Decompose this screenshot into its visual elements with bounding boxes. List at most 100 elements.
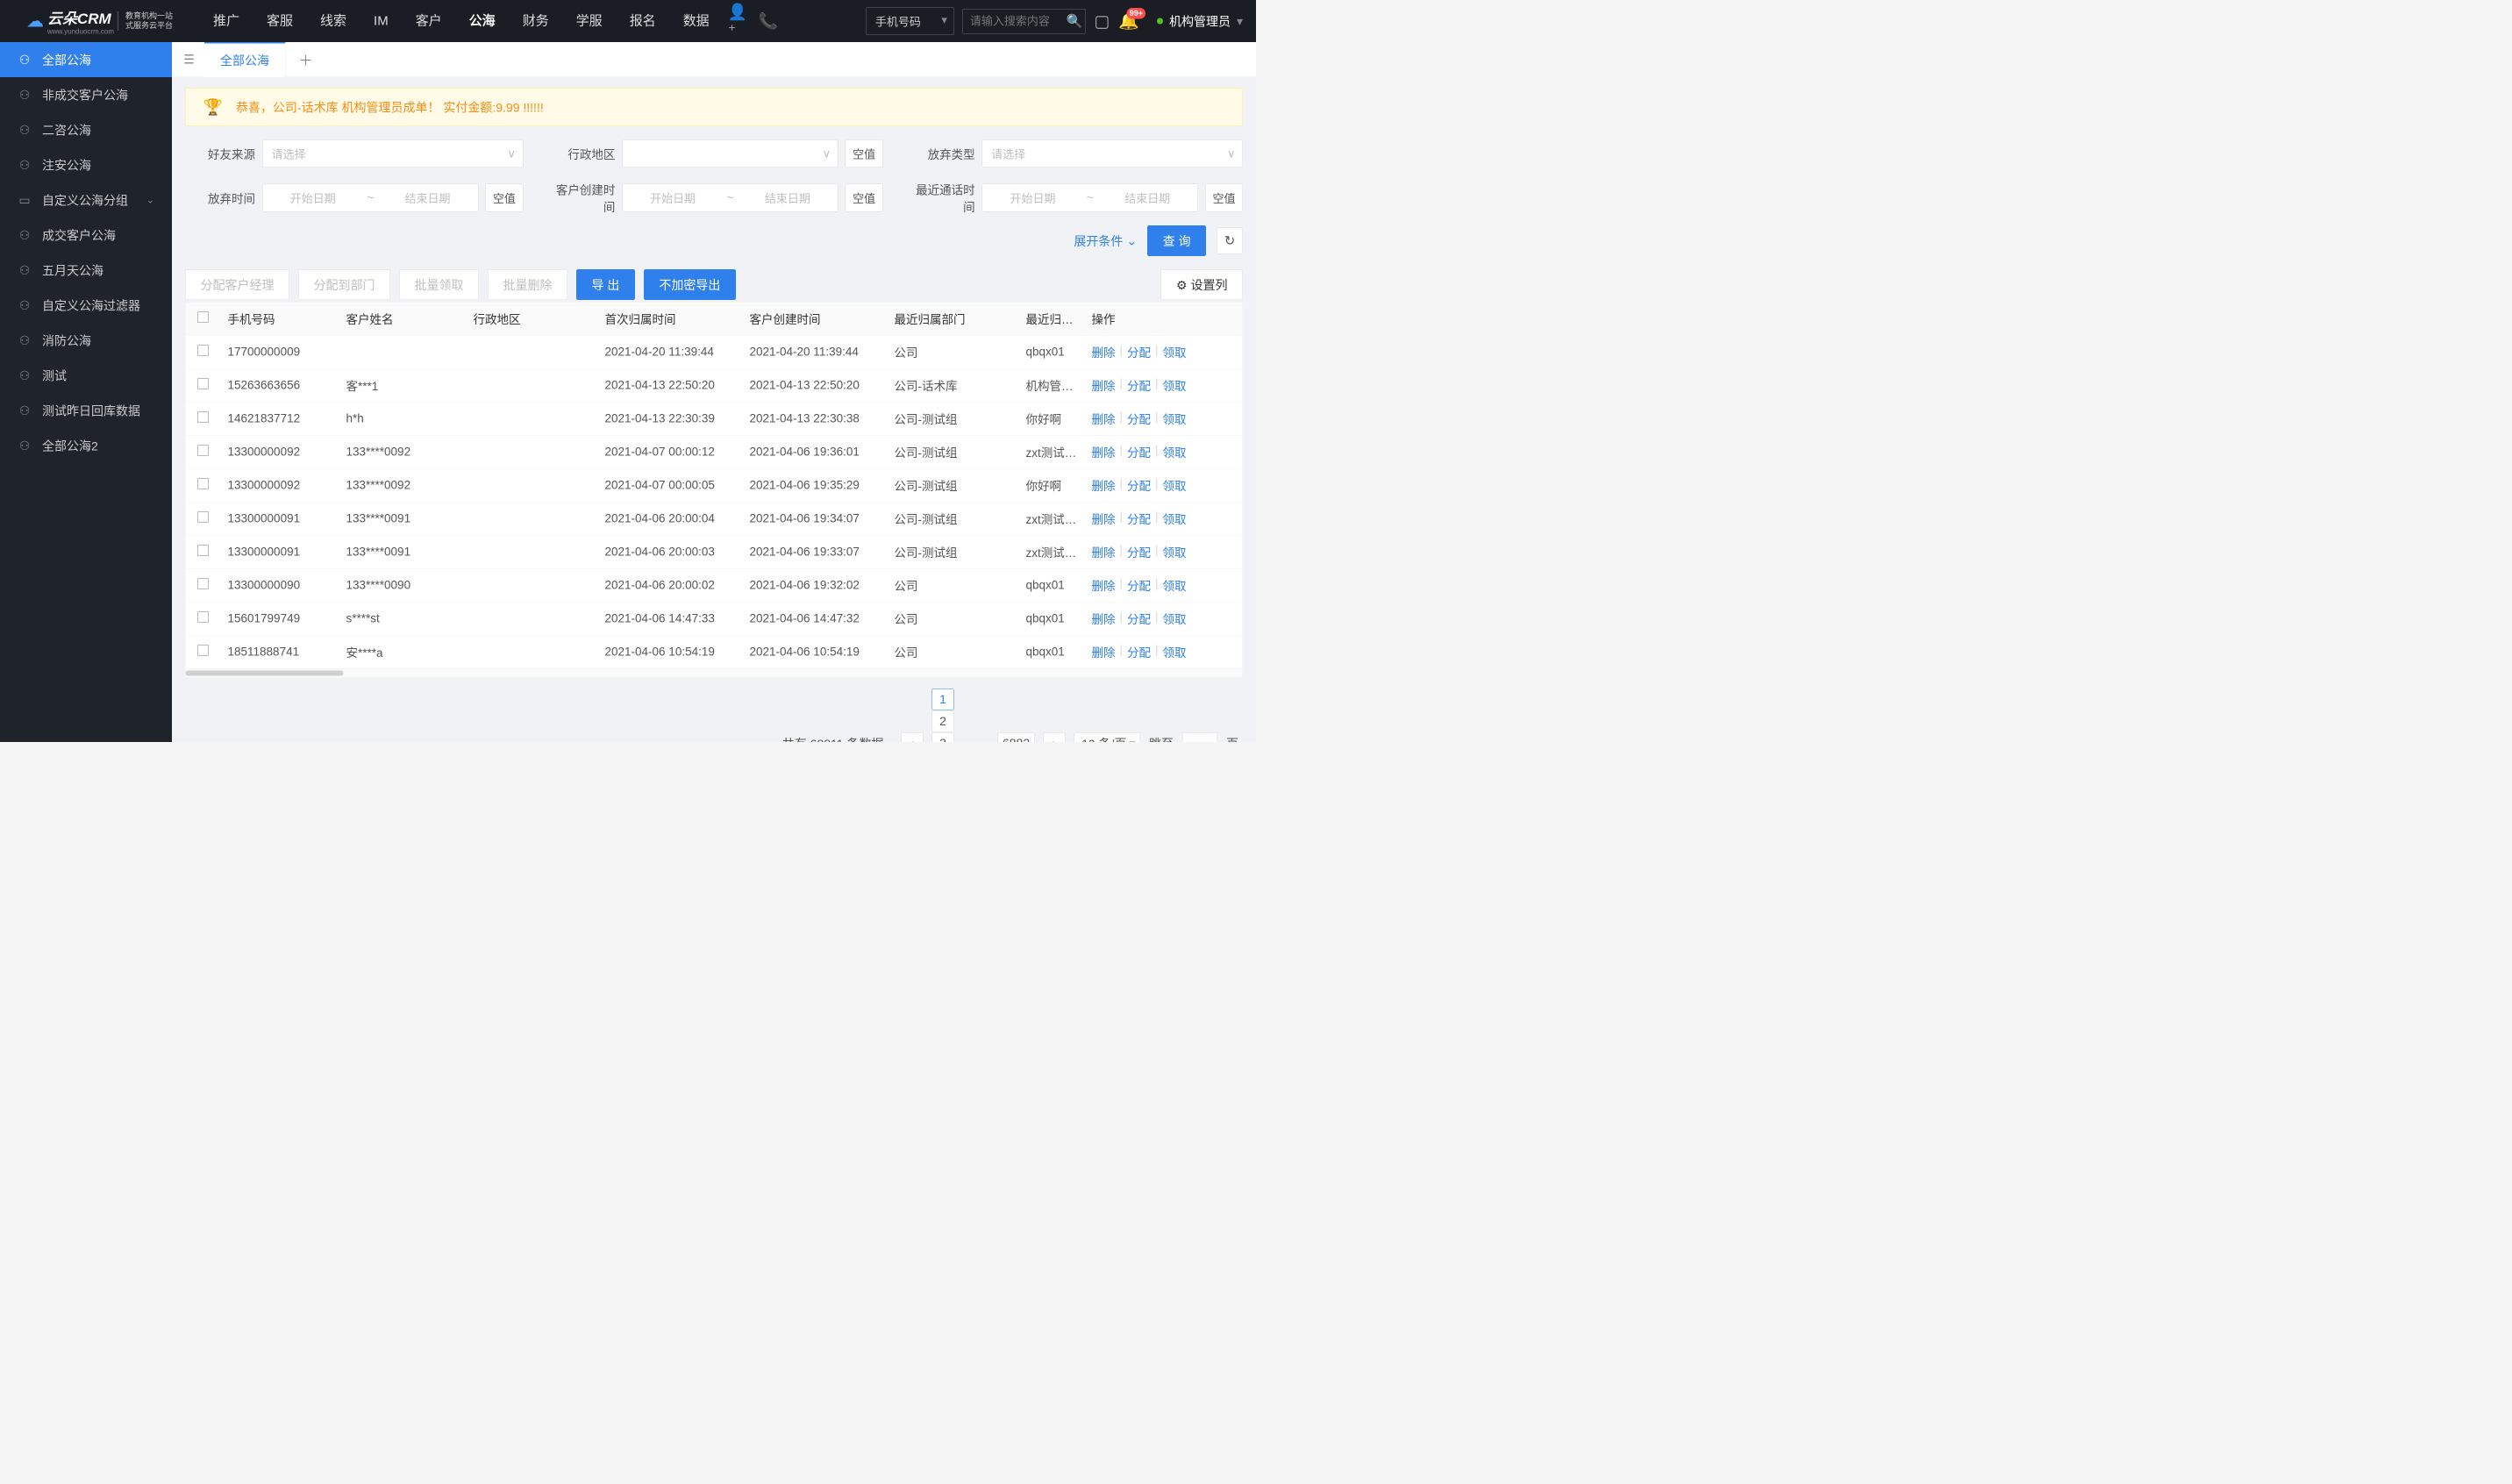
global-search[interactable]: 🔍	[962, 9, 1085, 34]
nav-item-学服[interactable]: 学服	[567, 0, 612, 42]
claim-link[interactable]: 领取	[1163, 377, 1187, 395]
set-columns-button[interactable]: ⚙ 设置列	[1161, 269, 1243, 300]
filter-create-time-range[interactable]: 开始日期~结束日期	[622, 184, 838, 212]
filter-call-time-range[interactable]: 开始日期~结束日期	[982, 184, 1198, 212]
assign-link[interactable]: 分配	[1127, 477, 1151, 495]
jump-page-input[interactable]	[1182, 732, 1217, 742]
filter-call-time-empty[interactable]: 空值	[1205, 184, 1243, 212]
last-page-button[interactable]: 6882	[997, 732, 1034, 742]
export-plain-button[interactable]: 不加密导出	[644, 269, 736, 300]
filter-create-time-empty[interactable]: 空值	[846, 184, 883, 212]
page-button[interactable]: 1	[931, 688, 953, 710]
assign-link[interactable]: 分配	[1127, 610, 1151, 628]
sidebar-item[interactable]: ⚇自定义公海过滤器	[0, 288, 172, 323]
delete-link[interactable]: 删除	[1092, 544, 1116, 561]
batch-delete-button[interactable]: 批量删除	[488, 269, 567, 300]
filter-region-empty[interactable]: 空值	[846, 139, 883, 168]
nav-item-报名[interactable]: 报名	[620, 0, 666, 42]
expand-filters-link[interactable]: 展开条件 ⌄	[1074, 232, 1137, 250]
claim-link[interactable]: 领取	[1163, 444, 1187, 461]
horizontal-scrollbar[interactable]	[186, 669, 1243, 678]
assign-link[interactable]: 分配	[1127, 577, 1151, 595]
delete-link[interactable]: 删除	[1092, 344, 1116, 361]
nav-item-数据[interactable]: 数据	[674, 0, 719, 42]
add-user-icon[interactable]: 👤⁺	[728, 11, 749, 32]
row-checkbox[interactable]	[197, 578, 209, 589]
delete-link[interactable]: 删除	[1092, 644, 1116, 661]
assign-link[interactable]: 分配	[1127, 510, 1151, 528]
add-tab-button[interactable]: ＋	[286, 49, 326, 69]
sidebar-item[interactable]: ⚇成交客户公海	[0, 218, 172, 253]
assign-manager-button[interactable]: 分配客户经理	[185, 269, 289, 300]
assign-link[interactable]: 分配	[1127, 444, 1151, 461]
row-checkbox[interactable]	[197, 645, 209, 656]
sidebar-item[interactable]: ⚇全部公海2	[0, 428, 172, 463]
sidebar-item[interactable]: ⚇全部公海	[0, 42, 172, 77]
page-button[interactable]: 3	[931, 732, 953, 742]
prev-page-button[interactable]: ‹	[901, 732, 923, 742]
row-checkbox[interactable]	[197, 445, 209, 456]
nav-item-客服[interactable]: 客服	[257, 0, 303, 42]
row-checkbox[interactable]	[197, 411, 209, 423]
sidebar-item[interactable]: ⚇五月天公海	[0, 253, 172, 288]
sidebar-item[interactable]: ⚇消防公海	[0, 323, 172, 358]
nav-item-财务[interactable]: 财务	[513, 0, 559, 42]
select-all-checkbox[interactable]	[197, 311, 209, 323]
page-button[interactable]: 2	[931, 710, 953, 732]
row-checkbox[interactable]	[197, 478, 209, 489]
nav-item-IM[interactable]: IM	[364, 0, 398, 42]
assign-link[interactable]: 分配	[1127, 377, 1151, 395]
claim-link[interactable]: 领取	[1163, 477, 1187, 495]
filter-source-select[interactable]: 请选择	[262, 139, 523, 168]
export-button[interactable]: 导 出	[576, 269, 635, 300]
row-checkbox[interactable]	[197, 345, 209, 356]
delete-link[interactable]: 删除	[1092, 510, 1116, 528]
user-menu[interactable]: 机构管理员 ▾	[1157, 12, 1243, 30]
claim-link[interactable]: 领取	[1163, 510, 1187, 528]
claim-link[interactable]: 领取	[1163, 544, 1187, 561]
nav-item-线索[interactable]: 线索	[310, 0, 356, 42]
assign-link[interactable]: 分配	[1127, 344, 1151, 361]
row-checkbox[interactable]	[197, 511, 209, 523]
filter-abandon-type-select[interactable]: 请选择	[982, 139, 1243, 168]
search-type-select[interactable]: 手机号码	[866, 7, 953, 35]
panel-toggle-icon[interactable]: ☰	[178, 48, 200, 70]
tab-all-public[interactable]: 全部公海	[204, 42, 286, 77]
row-checkbox[interactable]	[197, 611, 209, 623]
search-icon[interactable]: 🔍	[1067, 13, 1083, 29]
refresh-button[interactable]: ↻	[1217, 228, 1243, 254]
sidebar-item[interactable]: ⚇二咨公海	[0, 112, 172, 147]
assign-link[interactable]: 分配	[1127, 410, 1151, 428]
assign-dept-button[interactable]: 分配到部门	[298, 269, 390, 300]
sidebar-item[interactable]: ⚇注安公海	[0, 147, 172, 182]
delete-link[interactable]: 删除	[1092, 377, 1116, 395]
sidebar-item[interactable]: ⚇测试昨日回库数据	[0, 393, 172, 428]
phone-icon[interactable]: 📞	[758, 11, 779, 32]
row-checkbox[interactable]	[197, 378, 209, 389]
delete-link[interactable]: 删除	[1092, 410, 1116, 428]
query-button[interactable]: 查 询	[1147, 225, 1206, 256]
claim-link[interactable]: 领取	[1163, 644, 1187, 661]
search-input[interactable]	[970, 14, 1067, 28]
sidebar-item[interactable]: ⚇非成交客户公海	[0, 77, 172, 112]
delete-link[interactable]: 删除	[1092, 444, 1116, 461]
per-page-select[interactable]: 10 条/页	[1074, 732, 1140, 742]
delete-link[interactable]: 删除	[1092, 477, 1116, 495]
assign-link[interactable]: 分配	[1127, 644, 1151, 661]
nav-item-公海[interactable]: 公海	[460, 0, 505, 42]
sidebar-item[interactable]: ▭自定义公海分组⌄	[0, 182, 172, 218]
claim-link[interactable]: 领取	[1163, 344, 1187, 361]
claim-link[interactable]: 领取	[1163, 577, 1187, 595]
filter-abandon-time-empty[interactable]: 空值	[485, 184, 523, 212]
next-page-button[interactable]: ›	[1044, 732, 1066, 742]
row-checkbox[interactable]	[197, 545, 209, 556]
claim-link[interactable]: 领取	[1163, 410, 1187, 428]
sidebar-item[interactable]: ⚇测试	[0, 358, 172, 393]
claim-link[interactable]: 领取	[1163, 610, 1187, 628]
assign-link[interactable]: 分配	[1127, 544, 1151, 561]
batch-claim-button[interactable]: 批量领取	[399, 269, 479, 300]
tablet-icon[interactable]: ▢	[1094, 11, 1110, 32]
nav-item-推广[interactable]: 推广	[203, 0, 249, 42]
delete-link[interactable]: 删除	[1092, 577, 1116, 595]
nav-item-客户[interactable]: 客户	[406, 0, 452, 42]
